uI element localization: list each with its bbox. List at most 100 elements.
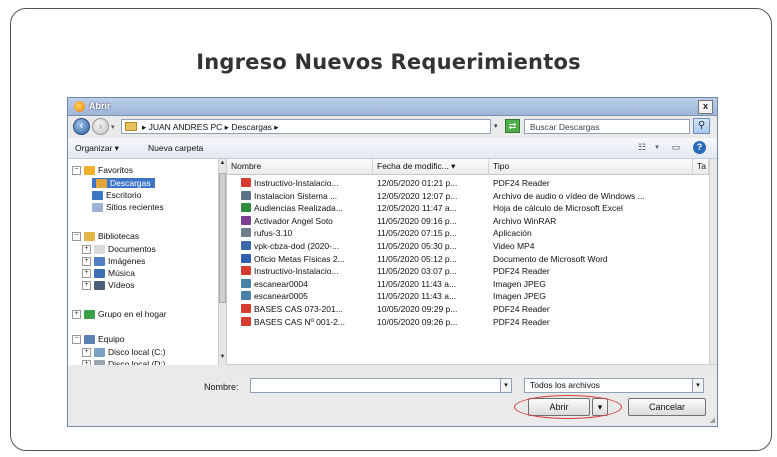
- jpeg-icon: [241, 291, 251, 301]
- column-header-date[interactable]: Fecha de modific... ▾: [373, 159, 489, 174]
- sidebar-item-grupo-en-el-hogar[interactable]: + Grupo en el hogar: [72, 309, 167, 320]
- table-row[interactable]: escanear0004 11/05/2020 11:43 a... Imagen …: [227, 278, 707, 291]
- collapse-icon[interactable]: −: [72, 232, 81, 242]
- pdf-icon: [241, 316, 251, 326]
- sidebar-item-favoritos[interactable]: − Favoritos: [72, 165, 133, 176]
- sidebar-item-documentos[interactable]: + Documentos: [82, 244, 156, 255]
- file-name: BASES CAS 073-201...: [254, 304, 343, 314]
- expand-icon[interactable]: +: [82, 360, 91, 365]
- sidebar-item-sitios-recientes[interactable]: Sitios recientes: [92, 202, 164, 213]
- table-row[interactable]: Audiencias Realizada... 12/05/2020 11:47 …: [227, 202, 707, 215]
- file-date-cell: 11/05/2020 03:07 p...: [377, 266, 457, 277]
- browser-app-icon: [74, 101, 85, 112]
- file-name-cell: vpk-cbza-dod (2020-...: [241, 240, 373, 252]
- file-type-filter[interactable]: Todos los archivos: [524, 378, 694, 393]
- excel-icon: [241, 203, 251, 213]
- view-options-icon[interactable]: ☷: [636, 142, 648, 153]
- breadcrumb[interactable]: ▸ JUAN ANDRES PC ▸ Descargas ▸: [121, 119, 491, 134]
- new-folder-button[interactable]: Nueva carpeta: [148, 143, 203, 153]
- resize-grip-icon[interactable]: ◢: [710, 416, 715, 424]
- back-button[interactable]: ‹: [73, 118, 90, 135]
- path-dropdown-icon[interactable]: ▾: [494, 122, 498, 130]
- sidebar-item-m-sica[interactable]: + Música: [82, 268, 135, 279]
- file-name: vpk-cbza-dod (2020-...: [254, 241, 340, 251]
- sidebar-item-escritorio[interactable]: Escritorio: [92, 190, 141, 201]
- table-row[interactable]: Instalacion Sistema ... 12/05/2020 12:07 …: [227, 190, 707, 203]
- file-name-input[interactable]: [250, 378, 502, 393]
- horizontal-scrollbar[interactable]: [227, 364, 717, 373]
- column-header-size[interactable]: Ta: [693, 159, 709, 174]
- jpeg-icon: [241, 278, 251, 288]
- search-input[interactable]: Buscar Descargas: [524, 119, 690, 134]
- scroll-down-icon[interactable]: ▼: [219, 354, 226, 364]
- file-type-cell: Aplicación: [493, 228, 532, 239]
- scroll-thumb[interactable]: [219, 173, 226, 303]
- file-type-cell: Video MP4: [493, 241, 535, 251]
- desktop-icon: [92, 191, 103, 201]
- forward-button[interactable]: ›: [92, 118, 109, 135]
- sidebar-item-v-deos[interactable]: + Vídeos: [82, 280, 135, 291]
- expand-icon[interactable]: +: [82, 257, 91, 267]
- file-name-cell: Audiencias Realizada...: [241, 202, 373, 214]
- file-name: Instructivo-Instalacio...: [254, 266, 339, 277]
- sidebar-item-label: Vídeos: [108, 280, 135, 290]
- expand-icon[interactable]: +: [82, 348, 91, 358]
- file-list-scrollbar[interactable]: [709, 159, 717, 365]
- table-row[interactable]: rufus-3.10 11/05/2020 07:15 p... Aplicació…: [227, 227, 707, 240]
- view-dropdown-icon[interactable]: ▾: [651, 142, 663, 153]
- recent-locations-dropdown-icon[interactable]: ▾: [111, 123, 115, 131]
- table-row[interactable]: Instructivo-Instalacio... 12/05/2020 01:2…: [227, 177, 707, 190]
- sidebar-item-descargas[interactable]: Descargas: [92, 178, 155, 189]
- collapse-icon[interactable]: −: [72, 335, 81, 345]
- sidebar-item-label: Grupo en el hogar: [98, 309, 167, 319]
- cancel-button[interactable]: Cancelar: [628, 398, 706, 416]
- file-name: escanear0005: [254, 291, 308, 302]
- file-name-dropdown-icon[interactable]: ▾: [500, 378, 512, 393]
- table-row[interactable]: BASES CAS Nº 001-2... 10/05/2020 09:26 p.…: [227, 316, 707, 329]
- column-header-name[interactable]: Nombre: [227, 159, 373, 174]
- search-icon[interactable]: ⚲: [693, 118, 710, 134]
- computer-icon: [84, 335, 95, 345]
- dialog-titlebar[interactable]: Abrir x: [68, 98, 717, 116]
- collapse-icon[interactable]: −: [72, 166, 81, 176]
- sidebar-item-im-genes[interactable]: + Imágenes: [82, 256, 145, 267]
- sidebar-item-disco-local-c[interactable]: + Disco local (C:): [82, 347, 166, 358]
- close-button[interactable]: x: [698, 100, 713, 114]
- media-icon: [241, 190, 251, 200]
- expand-icon[interactable]: +: [82, 269, 91, 279]
- organize-menu-button[interactable]: Organizar ▾: [75, 143, 119, 154]
- file-name: Oficio Metas Físicas 2...: [254, 253, 345, 264]
- navigation-scrollbar[interactable]: ▲ ▼: [218, 159, 226, 365]
- file-name: Instructivo-Instalacio...: [254, 178, 339, 188]
- file-name-cell: Activador Angel Soto: [241, 215, 373, 227]
- table-row[interactable]: vpk-cbza-dod (2020-... 11/05/2020 05:30 p…: [227, 240, 707, 253]
- file-date-cell: 12/05/2020 11:47 a...: [377, 203, 457, 214]
- sidebar-item-disco-local-d[interactable]: + Disco local (D:): [82, 359, 166, 365]
- table-row[interactable]: Instructivo-Instalacio... 11/05/2020 03:0…: [227, 265, 707, 278]
- table-row[interactable]: Oficio Metas Físicas 2... 11/05/2020 05:1…: [227, 253, 707, 266]
- refresh-icon[interactable]: ⇄: [505, 119, 520, 133]
- column-header-type[interactable]: Tipo: [489, 159, 693, 174]
- pdf-icon: [241, 266, 251, 276]
- expand-icon[interactable]: +: [72, 310, 81, 320]
- table-row[interactable]: Activador Angel Soto 11/05/2020 09:16 p..…: [227, 215, 707, 228]
- help-icon[interactable]: ?: [693, 141, 706, 154]
- sidebar-item-bibliotecas[interactable]: − Bibliotecas: [72, 231, 139, 242]
- libraries-icon: [84, 232, 95, 242]
- file-name: BASES CAS Nº 001-2...: [254, 316, 345, 327]
- sidebar-item-equipo[interactable]: − Equipo: [72, 334, 124, 345]
- sidebar-item-label: Documentos: [108, 244, 156, 254]
- folder-icon: [125, 122, 137, 131]
- file-type-dropdown-icon[interactable]: ▾: [692, 378, 704, 393]
- expand-icon[interactable]: +: [82, 281, 91, 291]
- file-type-cell: Archivo WinRAR: [493, 215, 557, 226]
- preview-pane-icon[interactable]: ▭: [670, 142, 682, 153]
- table-row[interactable]: escanear0005 11/05/2020 11:43 a... Imagen …: [227, 290, 707, 303]
- file-name: Instalacion Sistema ...: [254, 190, 338, 201]
- table-row[interactable]: BASES CAS 073-201... 10/05/2020 09:29 p..…: [227, 303, 707, 316]
- expand-icon[interactable]: +: [82, 245, 91, 255]
- breadcrumb-path[interactable]: ▸ JUAN ANDRES PC ▸ Descargas ▸: [142, 122, 279, 133]
- file-name-cell: Oficio Metas Físicas 2...: [241, 253, 373, 265]
- recent-places-icon: [92, 203, 103, 213]
- scroll-up-icon[interactable]: ▲: [219, 160, 226, 170]
